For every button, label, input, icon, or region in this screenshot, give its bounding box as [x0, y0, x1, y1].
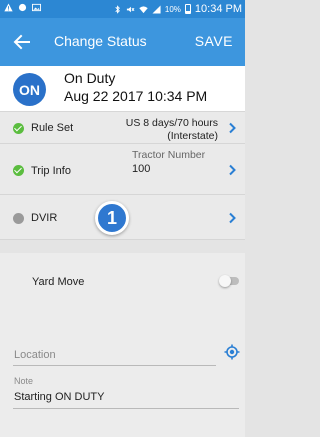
rule-set-label: Rule Set	[31, 122, 74, 134]
location-underline	[13, 365, 216, 366]
note-underline	[13, 408, 239, 409]
status-datetime: Aug 22 2017 10:34 PM	[64, 88, 208, 104]
location-field[interactable]: Location	[14, 349, 56, 361]
battery-icon	[184, 4, 191, 14]
rule-set-value: US 8 days/70 hours (Interstate)	[126, 117, 218, 143]
status-form: Yard Move Location Note Starting ON DUTY	[0, 253, 245, 437]
battery-percent: 10%	[164, 4, 181, 14]
back-arrow-icon[interactable]	[11, 31, 33, 53]
dvir-pending-icon	[13, 213, 24, 224]
warning-icon	[4, 3, 13, 12]
yard-move-toggle[interactable]	[219, 275, 239, 287]
record-dot-icon	[18, 3, 27, 12]
trip-info-row[interactable]: Trip Info Tractor Number 100	[0, 144, 245, 195]
chevron-right-icon	[229, 164, 236, 176]
image-icon	[32, 3, 41, 12]
tractor-number-label: Tractor Number	[132, 149, 206, 161]
rule-set-value-line2: (Interstate)	[167, 130, 218, 142]
note-label: Note	[14, 376, 34, 386]
system-status-bar: 10% 10:34 PM	[0, 0, 245, 18]
yard-move-label: Yard Move	[32, 276, 85, 288]
save-button[interactable]: SAVE	[195, 33, 233, 49]
app-bar: Change Status SAVE	[0, 18, 245, 66]
clock: 10:34 PM	[194, 3, 242, 15]
duty-status-name: On Duty	[64, 70, 116, 86]
note-input[interactable]: Starting ON DUTY	[14, 391, 104, 403]
dvir-label: DVIR	[31, 212, 58, 224]
callout-marker: 1	[95, 201, 129, 235]
tractor-number-value: 100	[132, 163, 151, 175]
bluetooth-icon	[115, 4, 120, 14]
toggle-knob	[219, 275, 231, 287]
chevron-right-icon	[229, 122, 236, 134]
yard-move-row: Yard Move	[0, 263, 245, 299]
signal-icon	[152, 4, 161, 14]
gps-target-icon[interactable]	[224, 344, 240, 360]
rule-set-value-line1: US 8 days/70 hours	[125, 117, 218, 129]
mute-icon	[126, 6, 135, 12]
chevron-right-icon	[229, 212, 236, 224]
rule-set-row[interactable]: Rule Set US 8 days/70 hours (Interstate)	[0, 112, 245, 144]
status-card[interactable]: ON On Duty Aug 22 2017 10:34 PM	[0, 66, 245, 112]
trip-info-ok-icon	[13, 165, 24, 176]
trip-info-label: Trip Info	[31, 165, 71, 177]
page-title: Change Status	[54, 33, 147, 49]
duty-status-badge: ON	[13, 73, 46, 106]
wifi-icon	[139, 5, 148, 13]
rule-set-ok-icon	[13, 123, 24, 134]
